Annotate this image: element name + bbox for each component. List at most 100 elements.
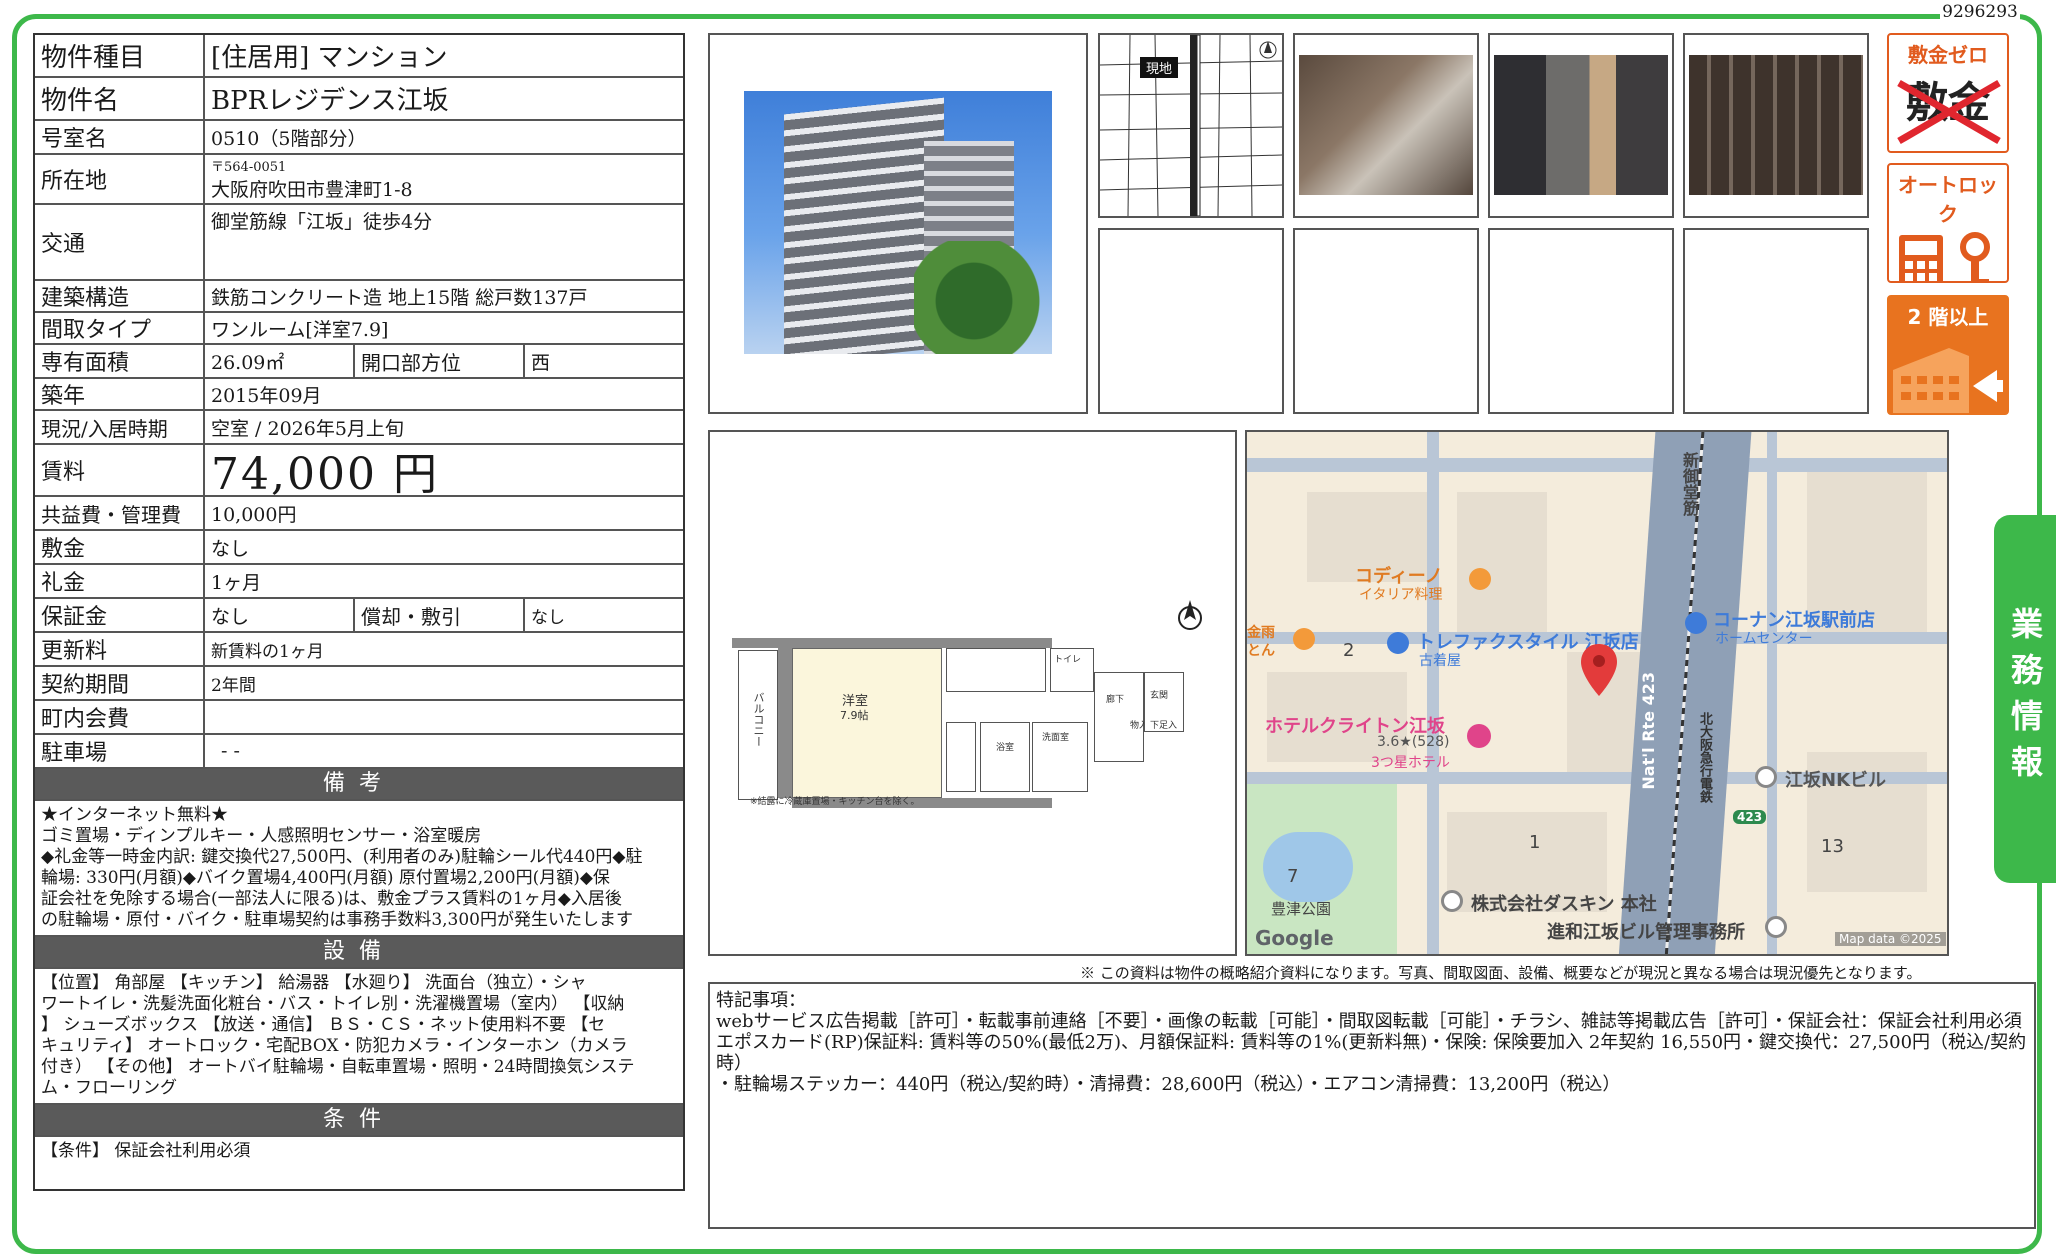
location-map[interactable]: 新御堂筋 Nat'l Rte 423 北大阪急行電鉄 423 コディーノ イタリ… [1245, 430, 1949, 956]
shop-pin-icon [1387, 632, 1409, 654]
business-info-tab[interactable]: 業務情報 [1994, 515, 2056, 883]
disclaimer: ※ この資料は物件の概略紹介資料になります。写真、間取図面、設備、概要などが現況… [1080, 964, 1922, 982]
structure-value: 鉄筋コンクリート造 地上15階 総戸数137戸 [211, 286, 588, 309]
key-money-value: 1ヶ月 [211, 571, 262, 594]
plan-hall [1094, 672, 1144, 762]
rent-value: 74,000 円 [211, 449, 439, 495]
poi-park[interactable]: 豊津公園 [1271, 898, 1331, 919]
facilities-line: ム・フローリング [41, 1078, 177, 1098]
restaurant-pin-icon [1469, 568, 1491, 590]
direction-label: 開口部方位 [355, 345, 525, 377]
conditions-header: 条件 [35, 1105, 683, 1137]
map-attribution: Map data ©2025 [1835, 932, 1946, 946]
renewal-label: 更新料 [35, 633, 205, 665]
reference-id: 9296293 [1940, 0, 2020, 24]
hotel-class: 3つ星ホテル [1371, 755, 1450, 771]
thumb-photo-lobby[interactable] [1488, 33, 1674, 218]
restaurant-pin-icon [1293, 628, 1315, 650]
store-pin-icon [1685, 612, 1707, 634]
poi-konan-sub: ホームセンター [1715, 631, 1813, 647]
remarks-line: 証会社を免除する場合(一部法人に限る)は、敷金プラス賃料の1ヶ月◆入居後 [41, 889, 622, 909]
entrance-label: 玄関 [1150, 691, 1169, 701]
poi-shinwa[interactable]: 進和江坂ビル管理事務所 [1547, 918, 1745, 944]
place-pin-icon [1755, 766, 1777, 788]
room-label: 号室名 [35, 121, 205, 153]
thumb-empty [1683, 228, 1869, 414]
cross-icon [1897, 79, 2001, 145]
plan-western-room [792, 648, 942, 798]
special-notes-line: webサービス広告掲載［許可］・転載事前連絡［不要］・画像の転載［可能］・間取図… [716, 1011, 2022, 1032]
poi-codino-sub: イタリア料理 [1359, 587, 1443, 603]
google-logo: Google [1255, 926, 1334, 950]
block-number: 2 [1343, 640, 1355, 661]
thumb-empty [1098, 228, 1284, 414]
lobby-photo [1494, 55, 1668, 195]
name-value: BPRレジデンス江坂 [211, 86, 449, 116]
thumb-photo-mailbox[interactable] [1683, 33, 1869, 218]
special-notes-title: 特記事項： [716, 990, 806, 1011]
poi-nk-building[interactable]: 江坂NKビル [1785, 766, 1886, 792]
facilities-line: 】 シューズボックス 【放送・通信】 ＢＳ・ＣＳ・ネット使用料不要 【セ [41, 1015, 606, 1035]
remarks-header: 備考 [35, 769, 683, 801]
guarantee-label: 保証金 [35, 599, 205, 631]
status-label: 現況/入居時期 [35, 411, 205, 443]
deposit-value: なし [211, 537, 250, 560]
hotel-pin-icon [1467, 724, 1491, 748]
building-photo[interactable] [744, 91, 1052, 354]
route-shield: 423 [1733, 810, 1767, 824]
special-notes-line: エポスカード(RP)保証料: 賃料等の50%(最低2万)、月額保証料: 賃料等の… [716, 1032, 2027, 1074]
location-pin-icon [1581, 644, 1617, 696]
special-notes-line: ・駐輪場ステッカー：440円（税込/契約時）・清掃費：28,600円（税込）・エ… [716, 1074, 1621, 1095]
facilities-line: キュリティ】 オートロック・宅配BOX・防犯カメラ・インターホン（カメラ [41, 1036, 628, 1056]
facilities-header: 設備 [35, 937, 683, 969]
balcony-label: バルコニー [752, 692, 765, 747]
remarks-line: 輪場: 330円(月額)◆バイク置場4,400円(月額) 原付置場2,200円(… [41, 868, 610, 888]
hotel-rating: 3.6★(528) [1377, 734, 1450, 750]
direction-value: 西 [531, 351, 551, 374]
block-number: 1 [1529, 832, 1541, 853]
type-value: [住居用] マンション [211, 43, 448, 73]
parking-label: 駐車場 [35, 735, 205, 767]
built-value: 2015年09月 [211, 384, 322, 407]
remarks-line: ゴミ置場・ディンプルキー・人感照明センサー・浴室暖房 [41, 826, 482, 846]
plan-kitchen [946, 648, 1046, 692]
status-value: 空室 / 2026年5月上旬 [211, 417, 404, 440]
block-number: 13 [1821, 836, 1844, 857]
facilities-body: 【位置】 角部屋 【キッチン】 給湯器 【水廻り】 洗面台（独立）・シャ ワート… [35, 969, 683, 1105]
amortization-value: なし [531, 607, 565, 628]
rent-label: 賃料 [35, 445, 205, 495]
route-label: Nat'l Rte 423 [1639, 672, 1658, 790]
thumb-photo-entrance[interactable] [1293, 33, 1479, 218]
thumb-area-map[interactable]: 現地 [1098, 33, 1284, 218]
thumb-empty [1293, 228, 1479, 414]
deposit-label: 敷金 [35, 531, 205, 563]
layout-label: 間取タイプ [35, 313, 205, 343]
access-value: 御堂筋線「江坂」徒歩4分 [211, 211, 433, 233]
area-map-drawing [1100, 35, 1282, 216]
remarks-line: ★インターネット無料★ [41, 805, 228, 825]
postal-code: 〒564-0051 [211, 160, 287, 175]
poi-edge-2: とん [1247, 643, 1275, 659]
remarks-line: ◆礼金等一時金内訳: 鍵交換代27,500円、(利用者のみ)駐輪シール代440円… [41, 847, 643, 867]
key-money-label: 礼金 [35, 565, 205, 597]
floor-plan-panel[interactable]: バルコニー 洋室 7.9帖 浴室 洗面室 トイレ 廊下 物入 玄関 下足入 ※結… [708, 430, 1237, 956]
bath-label: 浴室 [996, 743, 1015, 753]
badge-second-floor: 2 階以上 [1887, 295, 2009, 415]
hall-label: 廊下 [1106, 695, 1125, 705]
renewal-value: 新賃料の1ヶ月 [211, 641, 324, 662]
toilet-label: トイレ [1054, 655, 1082, 665]
poi-duskin[interactable]: 株式会社ダスキン 本社 [1471, 890, 1657, 916]
facilities-line: 【位置】 角部屋 【キッチン】 給湯器 【水廻り】 洗面台（独立）・シャ [41, 973, 587, 993]
layout-value: ワンルーム[洋室7.9] [211, 318, 389, 341]
rail-label: 北大阪急行電鉄 [1697, 712, 1712, 803]
guarantee-value: なし [205, 599, 355, 631]
parking-value: - - [221, 740, 240, 762]
conditions-body: 【条件】 保証会社利用必須 [35, 1137, 683, 1189]
place-pin-icon [1441, 890, 1463, 912]
poi-trefac-sub: 古着屋 [1419, 653, 1461, 669]
town-fee-label: 町内会費 [35, 701, 205, 733]
special-notes: 特記事項： webサービス広告掲載［許可］・転載事前連絡［不要］・画像の転載［可… [708, 982, 2036, 1229]
poi-edge-1: 金雨 [1247, 625, 1275, 641]
name-label: 物件名 [35, 78, 205, 119]
contract-value: 2年間 [211, 675, 256, 696]
